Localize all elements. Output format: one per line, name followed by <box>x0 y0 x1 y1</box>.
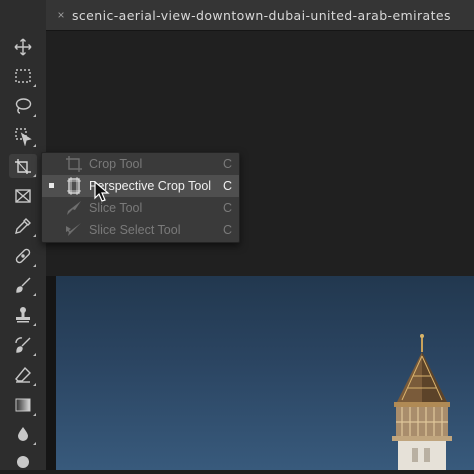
selected-bullet-icon <box>49 183 54 188</box>
perspective-crop-icon <box>15 159 31 174</box>
menu-item-label: Crop Tool <box>89 157 143 171</box>
flyout-indicator-icon <box>33 114 36 117</box>
menu-item-shortcut: C <box>222 179 232 193</box>
menu-item-label: Slice Tool <box>89 201 143 215</box>
gradient-tool-button[interactable] <box>9 393 37 417</box>
crop-tools-flyout-menu: Crop Tool C Perspective Crop Tool C Slic… <box>41 152 240 243</box>
marquee-icon <box>15 69 31 83</box>
menu-item-crop-tool[interactable]: Crop Tool C <box>42 153 239 175</box>
eyedropper-tool-button[interactable] <box>9 214 37 238</box>
bandage-icon <box>15 248 31 264</box>
dodge-tool-button[interactable] <box>9 450 37 474</box>
object-selection-icon <box>15 128 32 146</box>
menu-item-shortcut: C <box>222 223 232 237</box>
gradient-icon <box>15 398 31 412</box>
dodge-icon <box>17 456 29 468</box>
flyout-indicator-icon <box>33 174 36 177</box>
move-icon <box>14 38 32 56</box>
document-tab-bar: × scenic-aerial-view-downtown-dubai-unit… <box>46 0 474 31</box>
lasso-icon <box>15 98 32 114</box>
blur-tool-button[interactable] <box>9 422 37 446</box>
menu-item-perspective-crop-tool[interactable]: Perspective Crop Tool C <box>42 175 239 197</box>
frame-icon <box>15 189 31 203</box>
tools-panel <box>0 0 47 470</box>
menu-item-shortcut: C <box>222 157 232 171</box>
crop-tool-button[interactable] <box>9 154 37 178</box>
document-image[interactable] <box>56 276 474 470</box>
flyout-indicator-icon <box>33 383 36 386</box>
frame-tool-button[interactable] <box>9 184 37 208</box>
slice-icon <box>67 201 81 215</box>
flyout-indicator-icon <box>33 293 36 296</box>
history-brush-icon <box>15 337 31 353</box>
canvas-shadow <box>46 276 56 470</box>
menu-item-slice-select-tool[interactable]: Slice Select Tool C <box>42 219 239 241</box>
flyout-indicator-icon <box>33 442 36 445</box>
menu-item-slice-tool[interactable]: Slice Tool C <box>42 197 239 219</box>
history-brush-tool-button[interactable] <box>9 333 37 357</box>
close-tab-icon[interactable]: × <box>50 8 72 22</box>
flyout-indicator-icon <box>33 353 36 356</box>
document-tab[interactable]: × scenic-aerial-view-downtown-dubai-unit… <box>46 0 474 30</box>
lasso-tool-button[interactable] <box>9 94 37 118</box>
eraser-icon <box>15 366 31 383</box>
flyout-indicator-icon <box>33 84 36 87</box>
perspective-crop-icon <box>67 177 81 195</box>
stamp-icon <box>16 307 30 323</box>
flyout-indicator-icon <box>33 144 36 147</box>
document-title: scenic-aerial-view-downtown-dubai-united… <box>72 7 451 23</box>
flyout-indicator-icon <box>33 413 36 416</box>
healing-brush-tool-button[interactable] <box>9 244 37 268</box>
eyedropper-icon <box>15 218 31 234</box>
brush-tool-button[interactable] <box>9 273 37 297</box>
menu-item-shortcut: C <box>222 201 232 215</box>
eraser-tool-button[interactable] <box>9 363 37 387</box>
drop-icon <box>18 427 28 441</box>
menu-item-label: Slice Select Tool <box>89 223 181 237</box>
flyout-indicator-icon <box>33 234 36 237</box>
marquee-tool-button[interactable] <box>9 64 37 88</box>
crop-icon <box>66 156 82 172</box>
move-tool-button[interactable] <box>9 35 37 59</box>
brush-icon <box>16 277 31 293</box>
object-selection-tool-button[interactable] <box>9 124 37 148</box>
clone-stamp-tool-button[interactable] <box>9 303 37 327</box>
flyout-indicator-icon <box>33 323 36 326</box>
minaret-tower-image <box>392 334 452 470</box>
mouse-pointer-icon <box>94 181 110 202</box>
slice-select-icon <box>66 223 81 236</box>
flyout-indicator-icon <box>33 264 36 267</box>
